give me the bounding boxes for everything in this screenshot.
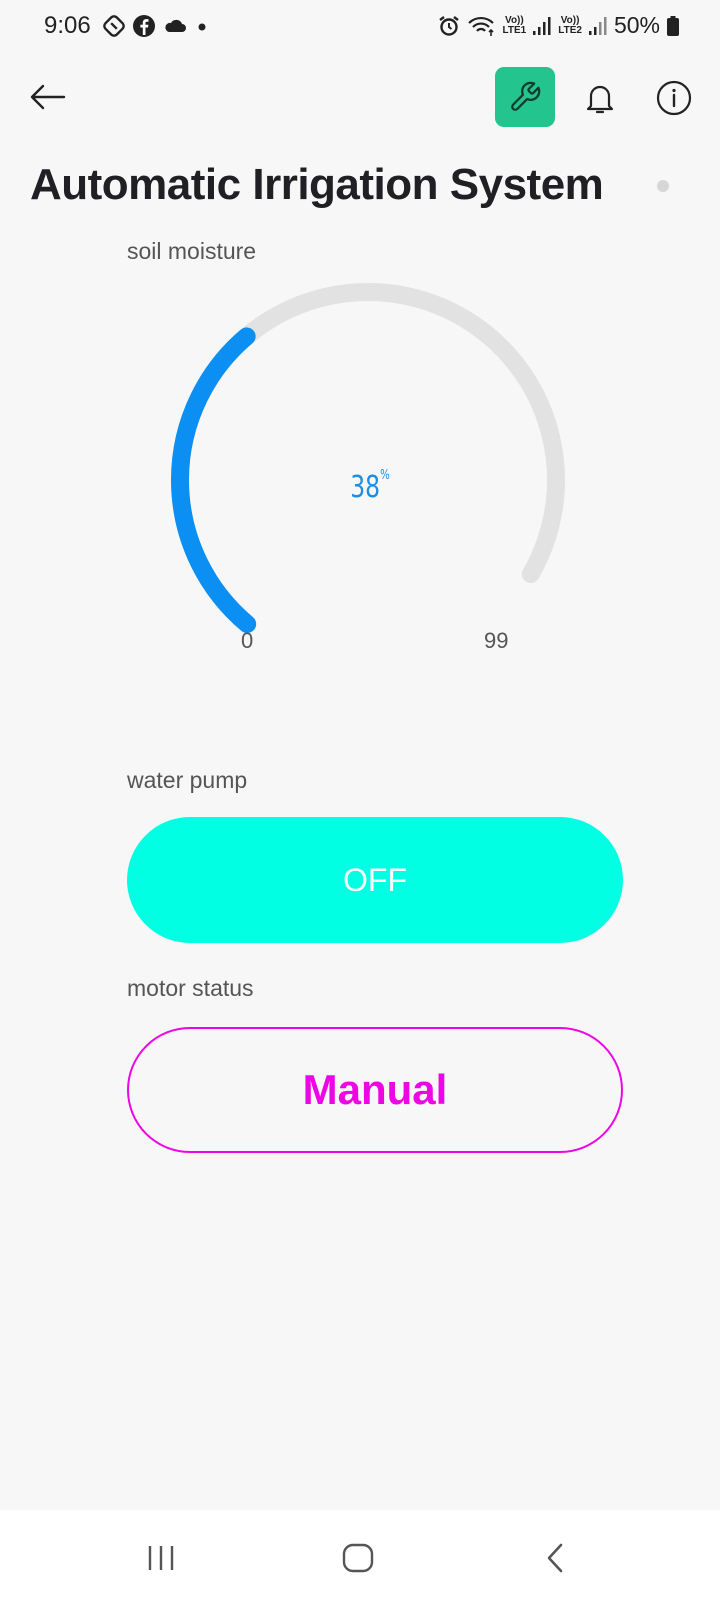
alarm-icon — [438, 15, 459, 36]
info-icon — [656, 80, 692, 116]
notification-icons — [102, 14, 210, 38]
soil-moisture-gauge: 38% 0 99 — [160, 280, 580, 660]
motor-status-display: Manual — [127, 1027, 623, 1153]
system-status-icons: Vo)) LTE1 Vo)) LTE2 50% — [437, 12, 680, 39]
device-status-dot — [657, 180, 669, 192]
nav-back-button[interactable] — [536, 1538, 576, 1578]
back-button[interactable] — [28, 80, 68, 114]
sim1-volte-indicator: Vo)) LTE1 — [502, 14, 527, 36]
status-bar: 9:06 Vo)) LTE1 Vo)) LTE2 50% — [0, 0, 720, 54]
home-icon — [342, 1543, 374, 1573]
water-pump-label: water pump — [127, 767, 248, 793]
home-button[interactable] — [338, 1538, 378, 1578]
cloud-icon — [165, 19, 186, 32]
signal-strength-icon — [588, 16, 607, 35]
bell-icon — [586, 85, 614, 114]
status-time: 9:06 — [44, 12, 91, 39]
motor-status-label: motor status — [127, 975, 254, 1001]
notifications-button[interactable] — [582, 80, 618, 116]
settings-wrench-button[interactable] — [495, 67, 555, 127]
battery-icon — [667, 15, 679, 36]
sim2-volte-indicator: Vo)) LTE2 — [558, 14, 582, 36]
wifi-icon — [467, 16, 494, 36]
recents-icon — [148, 1546, 174, 1570]
back-arrow-icon — [30, 84, 66, 110]
gauge-min-label: 0 — [241, 628, 254, 653]
app-notification-icon — [103, 15, 125, 37]
gauge-max-label: 99 — [484, 628, 509, 653]
signal-strength-icon — [533, 16, 551, 35]
info-button[interactable] — [656, 80, 692, 116]
facebook-icon — [133, 15, 155, 37]
back-icon — [547, 1543, 563, 1573]
system-navigation-bar — [0, 1510, 720, 1600]
page-title: Automatic Irrigation System — [30, 160, 604, 209]
battery-percentage: 50% — [613, 12, 660, 38]
recents-button[interactable] — [141, 1538, 181, 1578]
wrench-icon — [511, 81, 541, 111]
water-pump-toggle-button[interactable]: OFF — [127, 817, 623, 943]
soil-moisture-label: soil moisture — [127, 238, 257, 264]
more-notifications-dot-icon — [198, 23, 206, 31]
gauge-value: 38% — [350, 468, 390, 505]
